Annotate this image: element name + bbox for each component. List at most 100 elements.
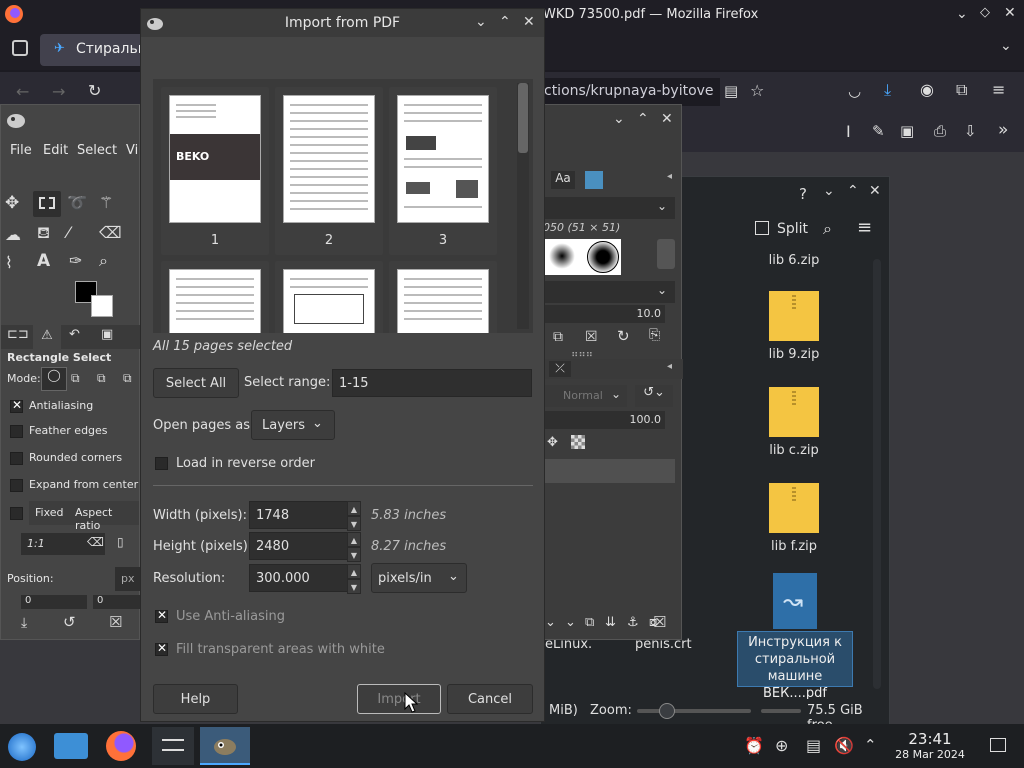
forward-arrow-icon[interactable]: →: [52, 82, 65, 101]
height-input[interactable]: 2480: [249, 532, 349, 560]
print-icon[interactable]: ⎙: [934, 122, 946, 140]
mode-add-icon[interactable]: ⧉: [71, 371, 80, 386]
mode-subtract-icon[interactable]: ⧉: [97, 371, 106, 386]
image-icon[interactable]: ▣: [900, 122, 914, 140]
reload-icon[interactable]: ↻: [88, 81, 101, 100]
refresh-brushes-icon[interactable]: ↻: [617, 327, 630, 345]
clock-date[interactable]: 28 Mar 2024: [884, 748, 976, 761]
menu-edit[interactable]: Edit: [43, 143, 68, 158]
menu-view[interactable]: Vi: [126, 143, 138, 158]
split-button[interactable]: Split: [777, 221, 808, 237]
page-thumbnail[interactable]: [275, 261, 383, 333]
portrait-icon[interactable]: ▯: [117, 535, 124, 549]
width-spinner[interactable]: ▲ ▼: [347, 501, 361, 531]
page-thumbnail[interactable]: [389, 261, 497, 333]
duplicate-brush-icon[interactable]: ⧉: [553, 329, 563, 345]
extensions-icon[interactable]: ⧉: [956, 80, 967, 100]
menu-hamburger-icon[interactable]: ≡: [992, 80, 1005, 99]
layer-mode-reset[interactable]: ↺⌄: [635, 385, 673, 407]
move-tool-icon[interactable]: ✥: [5, 193, 19, 213]
dialog-close-icon[interactable]: ✕: [523, 14, 535, 30]
width-input[interactable]: 1748: [249, 501, 349, 529]
brush-dropdown[interactable]: ⌄: [541, 197, 675, 219]
spin-up-icon[interactable]: ▲: [347, 564, 361, 579]
delete-layer-icon[interactable]: ☒: [653, 613, 666, 631]
clipboard-icon[interactable]: ▤: [806, 736, 821, 755]
spin-up-icon[interactable]: ▲: [347, 532, 361, 547]
fm-maximize-icon[interactable]: ⌃: [847, 183, 859, 199]
clock-time[interactable]: 23:41: [890, 730, 970, 748]
dock-maximize-icon[interactable]: ⌃: [637, 111, 649, 127]
merge-layer-icon[interactable]: ⇊: [605, 615, 616, 630]
file-item[interactable]: lib f.zip: [739, 483, 849, 554]
selected-pdf-file[interactable]: ↝ Инструкция к стиральной машине ВЕК....…: [737, 573, 853, 701]
lock-position-icon[interactable]: ✥: [547, 435, 558, 450]
menu-file[interactable]: File: [10, 143, 32, 158]
text-tool-icon[interactable]: A: [37, 251, 50, 271]
undo-history-tab-icon[interactable]: ↶: [69, 327, 80, 342]
reverse-order-checkbox[interactable]: [155, 457, 168, 470]
antialiasing-checkbox[interactable]: [10, 398, 23, 413]
file-manager-taskbar-icon[interactable]: [50, 727, 92, 765]
import-button[interactable]: Import: [357, 684, 441, 714]
unit-select[interactable]: px: [115, 567, 141, 591]
tool-options-tab-icon[interactable]: ⊏⊐: [7, 327, 29, 342]
background-color-swatch[interactable]: [91, 295, 113, 317]
file-item[interactable]: lib 6.zip: [739, 253, 849, 268]
clear-field-icon[interactable]: ⌫: [87, 535, 104, 549]
anchor-icon[interactable]: ⚓: [627, 615, 639, 630]
fm-scrollbar[interactable]: [873, 259, 881, 689]
paths-tool-icon[interactable]: ⌇: [5, 253, 13, 272]
images-tab-icon[interactable]: ▣: [101, 327, 113, 342]
page-thumbnail[interactable]: 3: [389, 87, 497, 255]
tab-list-chevron-icon[interactable]: ⌄: [1000, 38, 1012, 54]
help-button[interactable]: Help: [153, 684, 238, 714]
spin-down-icon[interactable]: ▼: [347, 547, 361, 562]
opacity-field[interactable]: 100.0: [541, 411, 665, 429]
settings-taskbar-icon[interactable]: [152, 727, 194, 765]
resolution-spinner[interactable]: ▲ ▼: [347, 564, 361, 594]
select-range-input[interactable]: 1-15: [332, 369, 532, 397]
show-desktop-icon[interactable]: [990, 738, 1006, 752]
delete-options-icon[interactable]: ☒: [109, 613, 122, 631]
help-icon[interactable]: ?: [799, 185, 807, 203]
page-thumbnail[interactable]: [161, 261, 269, 333]
gimp-taskbar-icon[interactable]: [200, 727, 250, 765]
spin-down-icon[interactable]: ▼: [347, 516, 361, 531]
bookmark-star-icon[interactable]: ☆: [750, 81, 764, 100]
maximize-icon[interactable]: ◇: [980, 5, 990, 20]
dock-close-icon[interactable]: ✕: [661, 111, 673, 127]
save-icon[interactable]: ⇩: [964, 122, 977, 140]
account-icon[interactable]: ◉: [920, 80, 934, 99]
paths-tab-icon[interactable]: ⤫: [549, 361, 571, 377]
anti-aliasing-checkbox[interactable]: [155, 608, 168, 623]
text-cursor-icon[interactable]: I: [846, 122, 851, 141]
tab-overview-icon[interactable]: [12, 40, 28, 56]
minimize-icon[interactable]: ⌄: [956, 6, 968, 22]
search-icon[interactable]: ⌕: [823, 219, 832, 239]
lock-alpha-icon[interactable]: [571, 435, 585, 449]
url-field[interactable]: ctions/krupnaya-byitove: [540, 78, 720, 106]
page-thumbnail[interactable]: BEKO 1: [161, 87, 269, 255]
aspect-ratio-select[interactable]: Aspect ratio: [69, 501, 139, 532]
height-spinner[interactable]: ▲ ▼: [347, 532, 361, 562]
fonts-tab-icon[interactable]: Aa: [551, 171, 575, 189]
brush-select[interactable]: ⌄: [541, 281, 675, 303]
alarm-icon[interactable]: ⏰: [744, 736, 764, 755]
rounded-corners-checkbox[interactable]: [10, 452, 23, 465]
page-thumbnail[interactable]: 2: [275, 87, 383, 255]
downloads-icon[interactable]: ⤓: [884, 80, 891, 100]
thumbnail-scrollbar[interactable]: [517, 83, 529, 329]
dock-config-icon[interactable]: ◂: [667, 171, 672, 182]
device-status-tab-icon[interactable]: ⚠: [33, 325, 61, 349]
scrollbar-thumb[interactable]: [518, 83, 528, 153]
eraser-tool-icon[interactable]: ⌫: [99, 223, 122, 242]
cancel-button[interactable]: Cancel: [447, 684, 533, 714]
volume-muted-icon[interactable]: 🔇: [834, 736, 854, 755]
pocket-icon[interactable]: ◡: [848, 82, 861, 100]
zoom-slider[interactable]: [637, 709, 751, 713]
dialog-minimize-icon[interactable]: ⌄: [475, 14, 487, 30]
feather-edges-checkbox[interactable]: [10, 425, 23, 438]
fm-close-icon[interactable]: ✕: [869, 183, 881, 199]
close-icon[interactable]: ✕: [1004, 5, 1016, 21]
